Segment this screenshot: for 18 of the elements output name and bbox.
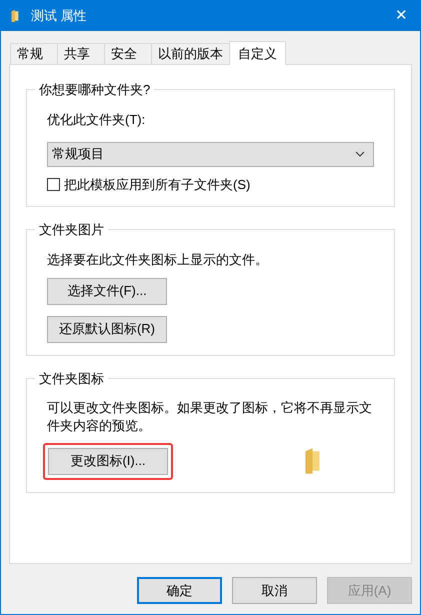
tab[interactable]: 常规 (10, 43, 58, 64)
folder-icon (303, 447, 322, 475)
dropdown[interactable]: 常规项目 (47, 142, 374, 166)
dialog-button[interactable]: 取消 (232, 577, 317, 604)
chevron-down-icon (355, 151, 365, 157)
push-button[interactable]: 选择文件(F)... (47, 278, 167, 304)
close-button[interactable]: ✕ (395, 4, 408, 28)
push-button[interactable]: 更改图标(I)... (48, 448, 168, 474)
field-label: 优化此文件夹(T): (47, 111, 146, 129)
description: 可以更改文件夹图标。如果更改了图标，它将不再显示文件夹内容的预览。 (47, 398, 373, 434)
window-title: 测试 属性 (31, 7, 87, 26)
folder-icon (11, 9, 19, 23)
checkbox[interactable] (47, 178, 60, 191)
checkbox-label: 把此模板应用到所有子文件夹(S) (64, 176, 250, 194)
tab[interactable]: 自定义 (229, 41, 286, 65)
push-button[interactable]: 还原默认图标(R) (47, 316, 167, 342)
dialog-button[interactable]: 确定 (137, 577, 222, 604)
description: 选择要在此文件夹图标上显示的文件。 (47, 251, 268, 269)
